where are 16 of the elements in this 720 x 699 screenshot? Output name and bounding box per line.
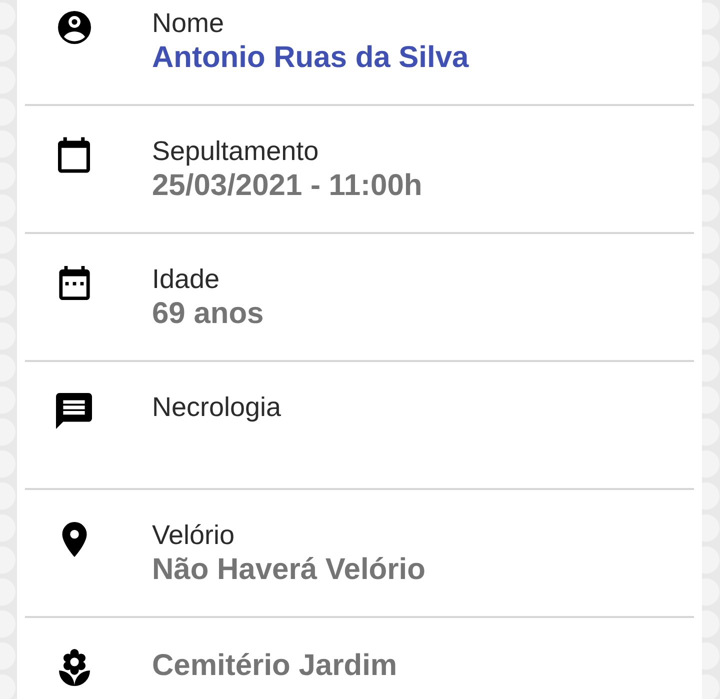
field-label: Necrologia [152, 391, 282, 423]
field-value: 25/03/2021 - 11:00h [152, 168, 422, 204]
calendar-icon [58, 137, 90, 173]
message-icon [56, 393, 92, 429]
field-label: Velório [152, 519, 236, 551]
field-value: Não Haverá Velório [152, 552, 426, 588]
flower-icon [58, 648, 90, 686]
field-value: Cemitério Jardim [152, 648, 398, 684]
map-pin-icon [62, 522, 86, 556]
account-circle-icon [58, 10, 90, 44]
field-label: Idade [152, 263, 221, 295]
field-label: Nome [152, 7, 226, 39]
field-label: Sepultamento [152, 135, 320, 167]
field-value: Antonio Ruas da Silva [152, 40, 469, 76]
field-value: 69 anos [152, 296, 264, 332]
calendar-dots-icon [58, 266, 90, 300]
